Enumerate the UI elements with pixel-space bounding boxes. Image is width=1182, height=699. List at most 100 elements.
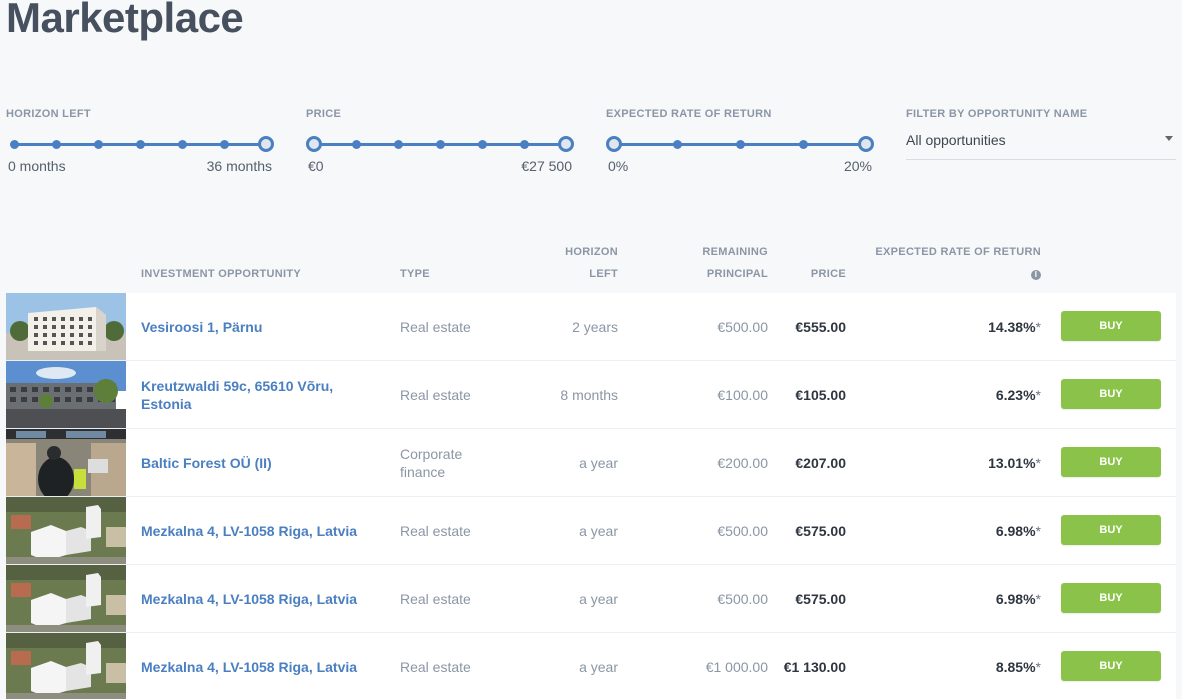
- slider-step-dot: [93, 140, 103, 149]
- rate-footnote-star: *: [1035, 522, 1041, 539]
- opportunity-type: Corporate finance: [400, 445, 463, 480]
- slider-handle[interactable]: [858, 136, 874, 152]
- slider-step-dot: [736, 140, 745, 149]
- rate-footnote-star: *: [1035, 386, 1041, 403]
- slider-step-dot: [220, 140, 229, 149]
- slider-step-dot: [177, 140, 187, 149]
- slider-step-dot: [136, 140, 145, 149]
- rate-footnote-star: *: [1035, 318, 1041, 335]
- expected-rate: 6.98% *: [906, 497, 1041, 564]
- header-rate[interactable]: EXPECTED RATE OF RETURN: [850, 241, 1041, 263]
- rate-value: 6.98%: [995, 590, 1036, 607]
- opportunity-name-link[interactable]: Mezkalna 4, LV-1058 Riga, Latvia: [141, 565, 381, 632]
- rate-slider[interactable]: [606, 134, 874, 154]
- opportunity-type: Real estate: [400, 318, 471, 335]
- table-row: Mezkalna 4, LV-1058 Riga, Latvia Real es…: [6, 633, 1176, 699]
- horizon-slider[interactable]: [6, 134, 274, 154]
- opportunity-type: Real estate: [400, 658, 471, 675]
- price: €575.00: [795, 590, 846, 607]
- header-horizon-line2[interactable]: LEFT: [540, 263, 618, 285]
- header-rate-info[interactable]: i: [1000, 263, 1041, 285]
- price: €555.00: [795, 318, 846, 335]
- opportunity-type: Real estate: [400, 590, 471, 607]
- opportunity-thumbnail[interactable]: [6, 565, 126, 632]
- horizon-left: a year: [579, 454, 618, 471]
- opportunity-name-link[interactable]: Kreutzwaldi 59c, 65610 Võru, Estonia: [141, 361, 381, 428]
- header-horizon-line1[interactable]: HORIZON: [540, 241, 618, 263]
- remaining-principal: €500.00: [717, 522, 768, 539]
- opportunity-thumbnail[interactable]: [6, 497, 126, 564]
- buy-button[interactable]: BUY: [1061, 515, 1161, 545]
- table-row: Kreutzwaldi 59c, 65610 Võru, Estonia Rea…: [6, 361, 1176, 429]
- slider-handle[interactable]: [606, 136, 622, 152]
- opportunity-type: Real estate: [400, 522, 471, 539]
- slider-step-dot: [799, 140, 808, 149]
- remaining-principal: €500.00: [717, 318, 768, 335]
- rate-min-label: 0%: [608, 158, 629, 174]
- opportunity-thumbnail[interactable]: [6, 429, 126, 496]
- info-icon[interactable]: i: [1031, 270, 1041, 280]
- remaining-principal: €500.00: [717, 590, 768, 607]
- price: €1 130.00: [783, 658, 846, 675]
- buy-button[interactable]: BUY: [1061, 583, 1161, 613]
- horizon-left: a year: [579, 522, 618, 539]
- horizon-max-label: 36 months: [206, 158, 272, 174]
- rate-value: 8.85%: [995, 658, 1036, 675]
- opportunity-name-select[interactable]: All opportunities: [906, 130, 1176, 160]
- price-slider[interactable]: [306, 134, 574, 154]
- slider-step-dot: [51, 140, 61, 149]
- opportunities-table: Vesiroosi 1, Pärnu Real estate 2 years €…: [6, 293, 1176, 699]
- slider-handle[interactable]: [258, 136, 274, 152]
- table-row: Vesiroosi 1, Pärnu Real estate 2 years €…: [6, 293, 1176, 361]
- rate-value: 6.23%: [995, 386, 1036, 403]
- buy-button[interactable]: BUY: [1061, 651, 1161, 681]
- price: €105.00: [795, 386, 846, 403]
- horizon-filter-label: HORIZON LEFT: [6, 108, 91, 120]
- slider-handle[interactable]: [306, 136, 322, 152]
- rate-value: 6.98%: [995, 522, 1036, 539]
- remaining-principal: €200.00: [717, 454, 768, 471]
- rate-filter-label: EXPECTED RATE OF RETURN: [606, 108, 772, 120]
- table-row: Baltic Forest OÜ (II) Corporate finance …: [6, 429, 1176, 497]
- price-filter-label: PRICE: [306, 108, 342, 120]
- header-price[interactable]: PRICE: [780, 263, 846, 285]
- opportunity-name-link[interactable]: Vesiroosi 1, Pärnu: [141, 293, 381, 360]
- slider-step-dot: [351, 140, 361, 149]
- name-filter-label: FILTER BY OPPORTUNITY NAME: [906, 108, 1088, 120]
- price-max-label: €27 500: [521, 158, 572, 174]
- header-principal-line1[interactable]: REMAINING: [660, 241, 768, 263]
- buy-button[interactable]: BUY: [1061, 311, 1161, 341]
- opportunity-name-link[interactable]: Baltic Forest OÜ (II): [141, 429, 381, 496]
- slider-handle[interactable]: [558, 136, 574, 152]
- rate-value: 14.38%: [988, 318, 1036, 335]
- rate-filter: EXPECTED RATE OF RETURN 0% 20%: [606, 108, 874, 174]
- slider-step-dot: [436, 140, 445, 149]
- caret-down-icon: [1165, 136, 1173, 141]
- price-min-label: €0: [308, 158, 324, 174]
- buy-button[interactable]: BUY: [1061, 447, 1161, 477]
- rate-max-label: 20%: [843, 158, 872, 174]
- price: €575.00: [795, 522, 846, 539]
- rate-footnote-star: *: [1035, 590, 1041, 607]
- expected-rate: 14.38% *: [906, 293, 1041, 360]
- opportunity-thumbnail[interactable]: [6, 293, 126, 360]
- opportunity-name-link[interactable]: Mezkalna 4, LV-1058 Riga, Latvia: [141, 633, 381, 699]
- opportunity-thumbnail[interactable]: [6, 361, 126, 428]
- buy-button[interactable]: BUY: [1061, 379, 1161, 409]
- header-principal-line2[interactable]: PRINCIPAL: [660, 263, 768, 285]
- price: €207.00: [795, 454, 846, 471]
- slider-step-dot: [393, 140, 403, 149]
- expected-rate: 8.85% *: [906, 633, 1041, 699]
- expected-rate: 6.98% *: [906, 565, 1041, 632]
- slider-step-dot: [10, 140, 19, 149]
- table-row: Mezkalna 4, LV-1058 Riga, Latvia Real es…: [6, 565, 1176, 633]
- rate-value: 13.01%: [988, 454, 1036, 471]
- horizon-left: a year: [579, 658, 618, 675]
- opportunity-thumbnail[interactable]: [6, 633, 126, 699]
- price-filter: PRICE €0 €27 500: [306, 108, 574, 174]
- expected-rate: 13.01% *: [906, 429, 1041, 496]
- opportunity-name-link[interactable]: Mezkalna 4, LV-1058 Riga, Latvia: [141, 497, 381, 564]
- rate-footnote-star: *: [1035, 454, 1041, 471]
- header-opportunity[interactable]: INVESTMENT OPPORTUNITY: [141, 263, 301, 285]
- header-type[interactable]: TYPE: [400, 263, 430, 285]
